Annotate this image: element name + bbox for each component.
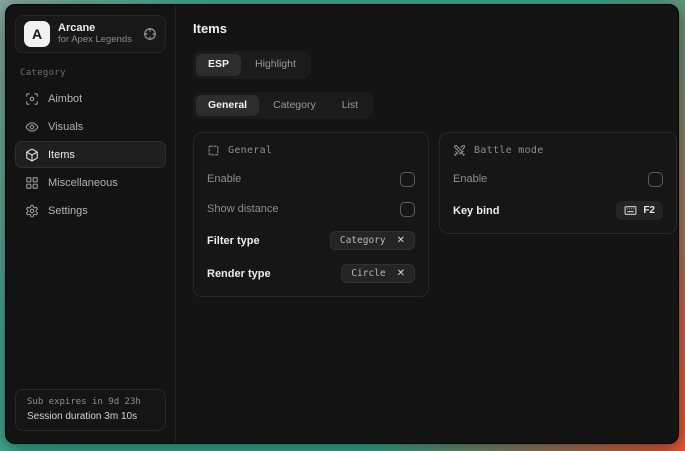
subscription-card: Sub expires in 9d 23h Session duration 3… bbox=[15, 389, 166, 431]
general-panel-header: General bbox=[207, 144, 415, 157]
package-icon bbox=[25, 148, 39, 162]
crosshair-icon[interactable] bbox=[143, 27, 157, 41]
general-panel: General Enable Show distance Filter type… bbox=[193, 132, 429, 297]
app-subtitle: for Apex Legends bbox=[58, 35, 132, 45]
sidebar-item-label: Aimbot bbox=[48, 93, 82, 105]
setting-row-enable: Enable bbox=[453, 171, 663, 187]
page-title: Items bbox=[193, 21, 677, 36]
crosshair-focus-icon bbox=[25, 92, 39, 106]
app-title: Arcane bbox=[58, 22, 132, 34]
sidebar-item-items[interactable]: Items bbox=[15, 141, 166, 168]
enable-checkbox[interactable] bbox=[400, 172, 415, 187]
filter-type-select[interactable]: Category ✕ bbox=[330, 231, 415, 250]
sidebar-item-label: Items bbox=[48, 149, 75, 161]
brand-text: Arcane for Apex Legends bbox=[58, 22, 132, 46]
sidebar-item-miscellaneous[interactable]: Miscellaneous bbox=[15, 169, 166, 196]
setting-row-key-bind: Key bind F2 bbox=[453, 201, 663, 220]
sidebar-nav: Aimbot Visuals Items bbox=[15, 85, 166, 224]
setting-row-filter-type: Filter type Category ✕ bbox=[207, 231, 415, 250]
sub-expires-text: Sub expires in 9d 23h bbox=[27, 397, 154, 407]
tab-esp[interactable]: ESP bbox=[196, 54, 241, 76]
panel-title: General bbox=[228, 145, 272, 156]
setting-row-render-type: Render type Circle ✕ bbox=[207, 264, 415, 283]
session-duration-text: Session duration 3m 10s bbox=[27, 411, 154, 422]
key-bind-button[interactable]: F2 bbox=[616, 201, 663, 220]
eye-icon bbox=[25, 120, 39, 134]
app-window: A Arcane for Apex Legends Category Aimbo… bbox=[5, 4, 679, 444]
view-tab-group: General Category List bbox=[193, 92, 373, 120]
main-content: Items ESP Highlight General Category Lis… bbox=[176, 5, 679, 443]
sidebar-item-aimbot[interactable]: Aimbot bbox=[15, 85, 166, 112]
key-bind-value: F2 bbox=[643, 205, 655, 216]
setting-label: Render type bbox=[207, 268, 271, 280]
battle-enable-checkbox[interactable] bbox=[648, 172, 663, 187]
layout-grid-icon bbox=[25, 176, 39, 190]
select-value: Circle bbox=[351, 268, 385, 279]
setting-label: Key bind bbox=[453, 205, 499, 217]
battle-panel-header: Battle mode bbox=[453, 144, 663, 157]
setting-label: Enable bbox=[453, 173, 487, 185]
sidebar: A Arcane for Apex Legends Category Aimbo… bbox=[6, 5, 176, 443]
setting-label: Filter type bbox=[207, 235, 260, 247]
battle-mode-panel: Battle mode Enable Key bind F2 bbox=[439, 132, 677, 234]
sidebar-section-label: Category bbox=[20, 68, 161, 78]
setting-label: Enable bbox=[207, 173, 241, 185]
tab-category[interactable]: Category bbox=[261, 95, 328, 117]
panels-row: General Enable Show distance Filter type… bbox=[193, 132, 677, 297]
swords-icon bbox=[453, 144, 466, 157]
mode-tab-group: ESP Highlight bbox=[193, 51, 311, 79]
dashed-box-icon bbox=[207, 144, 220, 157]
render-type-select[interactable]: Circle ✕ bbox=[341, 264, 415, 283]
clear-icon[interactable]: ✕ bbox=[397, 268, 405, 279]
clear-icon[interactable]: ✕ bbox=[397, 235, 405, 246]
tab-general[interactable]: General bbox=[196, 95, 259, 117]
sidebar-item-visuals[interactable]: Visuals bbox=[15, 113, 166, 140]
panel-title: Battle mode bbox=[474, 145, 544, 156]
show-distance-checkbox[interactable] bbox=[400, 202, 415, 217]
tab-highlight[interactable]: Highlight bbox=[243, 54, 308, 76]
sidebar-item-label: Settings bbox=[48, 205, 88, 217]
gear-icon bbox=[25, 204, 39, 218]
app-logo: A bbox=[24, 21, 50, 47]
brand-card: A Arcane for Apex Legends bbox=[15, 15, 166, 53]
keyboard-icon bbox=[624, 204, 637, 217]
sidebar-item-settings[interactable]: Settings bbox=[15, 197, 166, 224]
sidebar-item-label: Miscellaneous bbox=[48, 177, 118, 189]
setting-row-enable: Enable bbox=[207, 171, 415, 187]
sidebar-item-label: Visuals bbox=[48, 121, 83, 133]
setting-row-show-distance: Show distance bbox=[207, 201, 415, 217]
select-value: Category bbox=[340, 235, 386, 246]
tab-list[interactable]: List bbox=[330, 95, 370, 117]
setting-label: Show distance bbox=[207, 203, 279, 215]
